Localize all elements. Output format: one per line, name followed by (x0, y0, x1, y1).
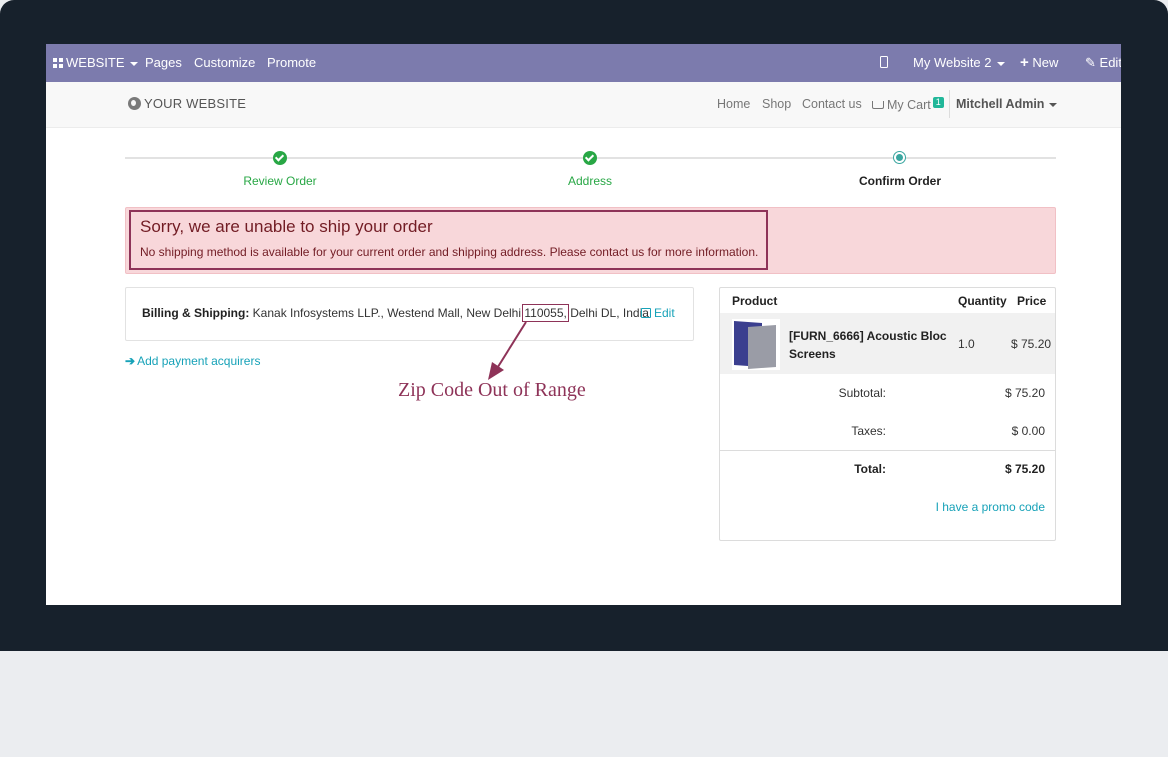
col-product-header: Product (732, 294, 778, 308)
site-header: YOUR WEBSITE Home Shop Contact us My Car… (46, 82, 1121, 128)
new-button[interactable]: + New (1020, 44, 1058, 82)
nav-divider (949, 90, 950, 118)
nav-shop[interactable]: Shop (762, 97, 791, 111)
shipping-error-alert: Sorry, we are unable to ship your order … (125, 207, 1056, 274)
promo-code-link[interactable]: I have a promo code (936, 500, 1045, 514)
pencil-icon: ✎ (1085, 55, 1096, 70)
edit-icon (641, 308, 651, 318)
order-line-row: [FURN_6666] Acoustic Bloc Screens 1.0 $ … (720, 313, 1055, 374)
new-button-label: New (1032, 55, 1059, 70)
caret-down-icon (1049, 102, 1058, 107)
admin-bar: WEBSITE Pages Customize Promote My Websi… (46, 44, 1121, 82)
col-price-header: Price (1017, 294, 1047, 308)
edit-button-label: Edit (1099, 55, 1121, 70)
edit-address-label: Edit (654, 306, 675, 320)
website-menu-label: WEBSITE (66, 55, 125, 70)
total-value: $ 75.20 (1004, 462, 1045, 476)
caret-down-icon (129, 61, 138, 66)
mobile-icon (880, 56, 888, 68)
cart-icon (872, 101, 884, 109)
customize-menu[interactable]: Customize (194, 44, 255, 82)
step-address[interactable]: Address (490, 174, 690, 188)
alert-title: Sorry, we are unable to ship your order (140, 217, 433, 236)
product-image (732, 319, 780, 370)
logo-text: YOUR WEBSITE (144, 96, 247, 111)
subtotal-value: $ 75.20 (1004, 386, 1045, 400)
website-menu[interactable]: WEBSITE (53, 44, 138, 82)
step-confirm-current-icon (893, 151, 906, 164)
nav-home[interactable]: Home (717, 97, 750, 111)
mobile-preview-button[interactable] (880, 44, 888, 82)
nav-my-cart[interactable]: My Cart 1 (872, 97, 944, 112)
total-label: Total: (854, 462, 886, 476)
apps-grid-icon (53, 58, 63, 68)
user-menu[interactable]: Mitchell Admin (956, 97, 1058, 111)
step-review-check-icon (273, 151, 287, 165)
plus-icon: + (1020, 54, 1029, 71)
order-summary: Product Quantity Price [FURN_6666] Acous… (719, 287, 1056, 541)
address-region: Delhi DL, India (566, 306, 649, 320)
alert-message: No shipping method is available for your… (140, 245, 759, 259)
billing-address: Billing & Shipping: Kanak Infosystems LL… (142, 304, 649, 322)
cart-label: My Cart (887, 98, 931, 112)
globe-icon (128, 97, 141, 110)
nav-contact-us[interactable]: Contact us (802, 97, 862, 111)
caret-down-icon (996, 61, 1005, 66)
address-line: Kanak Infosystems LLP., Westend Mall, Ne… (252, 306, 525, 320)
zip-code-highlight: 110055, (522, 304, 569, 322)
product-name[interactable]: [FURN_6666] Acoustic Bloc Screens (789, 327, 949, 363)
site-logo[interactable]: YOUR WEBSITE (128, 96, 246, 111)
product-quantity: 1.0 (958, 337, 975, 351)
annotation-label: Zip Code Out of Range (398, 379, 586, 401)
user-name: Mitchell Admin (956, 97, 1045, 111)
edit-button[interactable]: ✎ Edit (1085, 44, 1121, 82)
browser-screen: WEBSITE Pages Customize Promote My Websi… (46, 44, 1121, 605)
billing-shipping-card: Billing & Shipping: Kanak Infosystems LL… (125, 287, 694, 341)
pages-menu[interactable]: Pages (145, 44, 182, 82)
add-payment-acquirers-label: Add payment acquirers (137, 354, 261, 368)
subtotal-label: Subtotal: (838, 386, 886, 400)
step-confirm-order: Confirm Order (858, 174, 941, 188)
arrow-right-icon: ➔ (125, 354, 136, 368)
edit-address-link[interactable]: Edit (641, 306, 675, 320)
billing-label: Billing & Shipping: (142, 306, 250, 320)
summary-divider (720, 450, 1055, 451)
cart-count-badge: 1 (932, 97, 944, 108)
website-switcher[interactable]: My Website 2 (913, 44, 1005, 82)
product-price: $ 75.20 (1011, 337, 1052, 351)
taxes-label: Taxes: (851, 424, 886, 438)
taxes-value: $ 0.00 (1011, 424, 1045, 438)
add-payment-acquirers-link[interactable]: ➔ Add payment acquirers (125, 354, 260, 368)
step-review-order[interactable]: Review Order (180, 174, 380, 188)
step-address-check-icon (583, 151, 597, 165)
monitor-stand (0, 651, 1168, 757)
annotation-arrow-icon (488, 321, 527, 380)
website-switcher-label: My Website 2 (913, 55, 992, 70)
promote-menu[interactable]: Promote (267, 44, 316, 82)
col-quantity-header: Quantity (958, 294, 1007, 308)
